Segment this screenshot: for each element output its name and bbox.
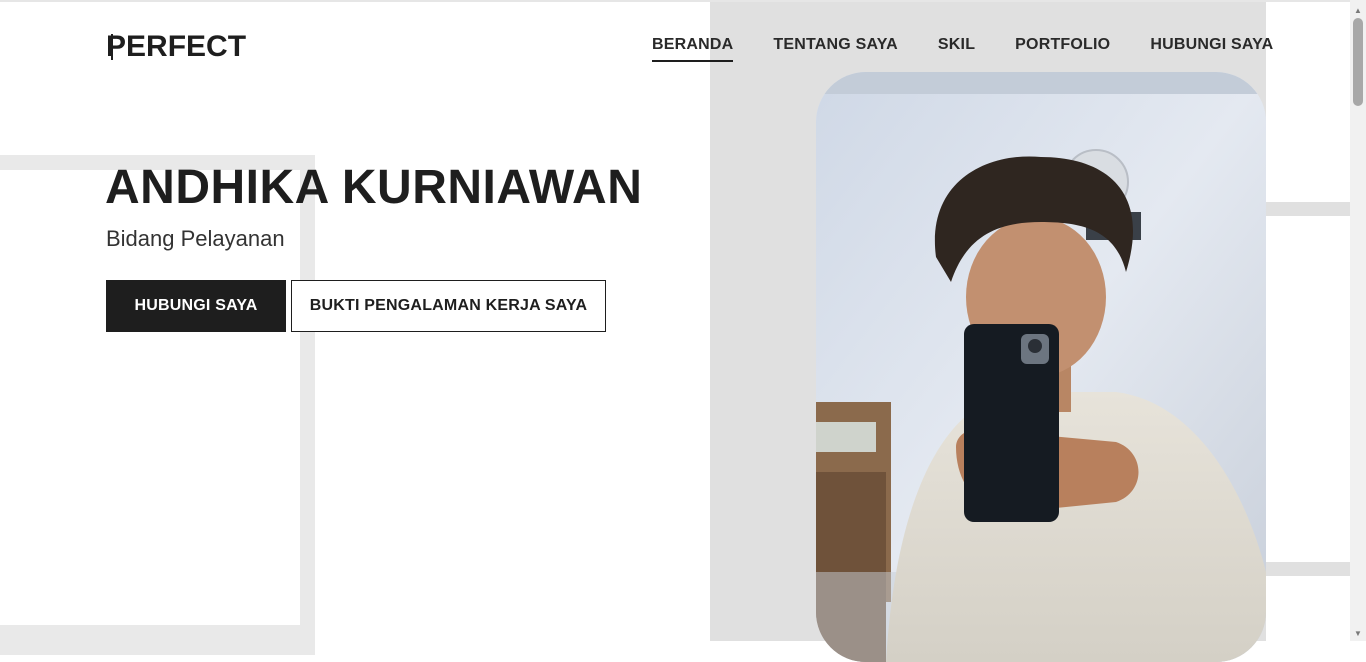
- main-nav: BERANDA TENTANG SAYA SKIL PORTFOLIO HUBU…: [652, 36, 1273, 62]
- nav-item-hubungi-saya[interactable]: HUBUNGI SAYA: [1150, 36, 1273, 62]
- right-deco-block-top: [1266, 2, 1350, 202]
- vertical-scrollbar[interactable]: ▲ ▼: [1350, 0, 1366, 641]
- chevron-up-icon[interactable]: ▲: [1350, 2, 1366, 18]
- nav-item-portfolio[interactable]: PORTFOLIO: [1015, 36, 1110, 62]
- right-deco-block-bottom: [1266, 576, 1350, 641]
- hero-name: ANDHIKA KURNIAWAN: [105, 161, 643, 214]
- profile-photo-illustration: [816, 72, 1266, 662]
- nav-item-tentang-saya[interactable]: TENTANG SAYA: [773, 36, 898, 62]
- contact-button[interactable]: HUBUNGI SAYA: [106, 280, 286, 332]
- site-logo[interactable]: PERFECT: [106, 30, 246, 64]
- nav-item-beranda[interactable]: BERANDA: [652, 36, 734, 62]
- right-deco-block-middle: [1266, 216, 1350, 562]
- decorative-frame-bottom: [0, 625, 315, 641]
- hero-role: Bidang Pelayanan: [106, 226, 285, 251]
- logo-rest: ERFECT: [126, 30, 247, 63]
- nav-item-skil[interactable]: SKIL: [938, 36, 975, 62]
- profile-photo: [816, 72, 1266, 662]
- scrollbar-thumb[interactable]: [1353, 18, 1363, 106]
- logo-first-letter: P: [106, 30, 127, 63]
- work-proof-button[interactable]: BUKTI PENGALAMAN KERJA SAYA: [291, 280, 606, 332]
- chevron-down-icon[interactable]: ▼: [1350, 625, 1366, 641]
